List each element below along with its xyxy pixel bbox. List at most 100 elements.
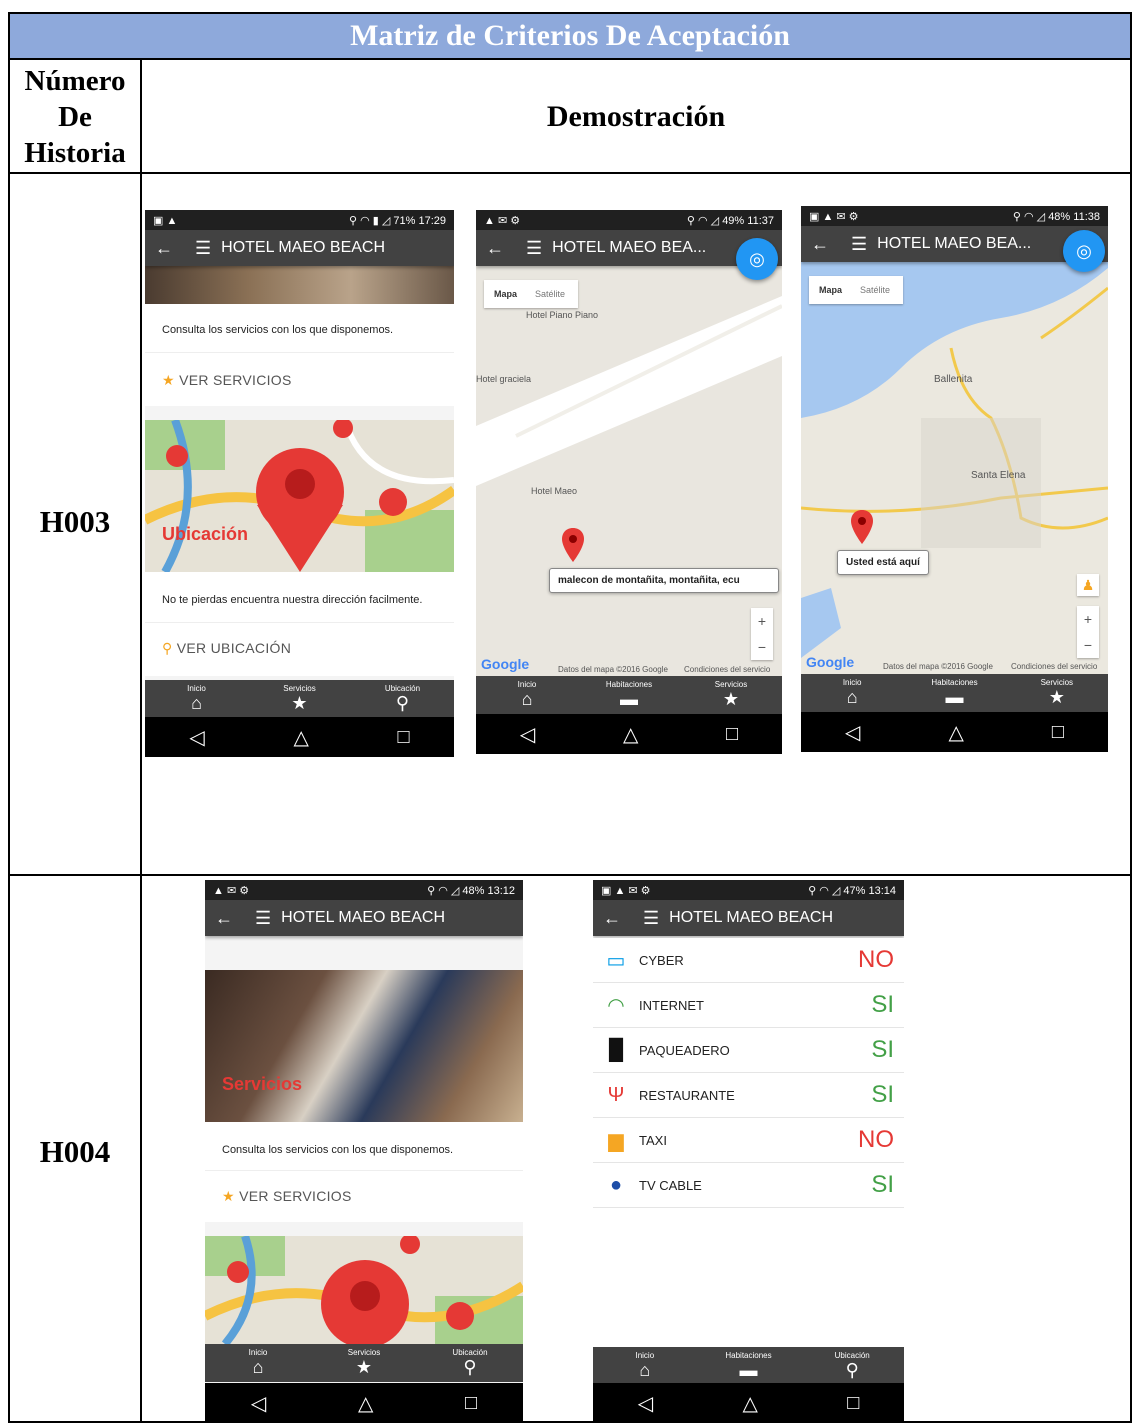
nav-inicio[interactable]: Inicio ⌂: [593, 1347, 697, 1385]
star-icon: ★: [355, 1357, 373, 1377]
compass-fab-icon[interactable]: ◎: [736, 238, 778, 280]
back-icon[interactable]: ◁: [520, 722, 535, 747]
zoom-out-icon[interactable]: −: [751, 634, 773, 660]
recents-icon[interactable]: □: [1052, 721, 1064, 744]
app-title: HOTEL MAEO BEA...: [877, 235, 1032, 252]
you-are-here-tooltip: Usted está aquí: [837, 550, 929, 575]
map-marker-icon[interactable]: [562, 528, 584, 562]
pin-icon: ⚲: [395, 693, 410, 713]
recents-icon[interactable]: □: [726, 723, 738, 746]
back-arrow-icon[interactable]: ←: [603, 908, 621, 929]
nav-habitaciones[interactable]: Habitaciones ▬: [578, 676, 680, 714]
nav-inicio[interactable]: Inicio ⌂: [476, 676, 578, 714]
header-line-1: Número: [24, 65, 126, 97]
status-bar: ▣ ▲ ⚲ ◠ ▮ ◿ 71% 17:29: [145, 210, 454, 230]
map-label-ballenita: Ballenita: [934, 374, 973, 385]
service-value: SI: [871, 991, 894, 1018]
system-navigation: ◁ △ □: [593, 1383, 904, 1423]
app-bar: ← ☰ HOTEL MAEO BEACH: [145, 230, 454, 266]
zoom-in-icon[interactable]: +: [1077, 606, 1099, 632]
service-name: PAQUEADERO: [639, 1042, 730, 1058]
menu-icon[interactable]: ☰: [195, 238, 211, 259]
map-terms-link[interactable]: Condiciones del servicio: [1011, 662, 1097, 671]
back-arrow-icon[interactable]: ←: [486, 238, 504, 259]
nav-servicios[interactable]: Servicios ★: [311, 1344, 417, 1382]
recents-icon[interactable]: □: [398, 726, 410, 749]
map-type-satellite[interactable]: Satélite: [842, 285, 890, 295]
location-card-image: [205, 1236, 523, 1344]
back-icon[interactable]: ◁: [845, 720, 860, 745]
nav-habitaciones[interactable]: Habitaciones ▬: [903, 674, 1005, 712]
battery-level: 49%: [722, 214, 745, 227]
service-value: NO: [858, 946, 894, 973]
home-button-icon[interactable]: △: [742, 1391, 757, 1416]
nav-label: Habitaciones: [725, 1351, 772, 1360]
nav-inicio[interactable]: Inicio ⌂: [145, 680, 248, 718]
service-row-cyber: ▭ CYBER NO: [593, 938, 904, 983]
back-icon[interactable]: ◁: [251, 1391, 266, 1416]
recents-icon[interactable]: □: [465, 1392, 477, 1415]
location-card-image: Ubicación: [145, 420, 454, 572]
map-label-hotel-maeo: Hotel Maeo: [531, 486, 578, 496]
nav-servicios[interactable]: Servicios ★: [680, 676, 782, 714]
home-button-icon[interactable]: △: [293, 725, 308, 750]
menu-icon[interactable]: ☰: [526, 238, 542, 259]
notification-icons: ▣ ▲ ✉ ⚙: [809, 210, 859, 223]
zoom-in-icon[interactable]: +: [751, 608, 773, 634]
nav-servicios[interactable]: Servicios ★: [1006, 674, 1108, 712]
nav-inicio[interactable]: Inicio ⌂: [205, 1344, 311, 1382]
recents-icon[interactable]: □: [847, 1392, 859, 1415]
services-card: Consulta los servicios con los que dispo…: [205, 1122, 523, 1222]
back-icon[interactable]: ◁: [638, 1391, 653, 1416]
restaurant-icon: Ψ: [607, 1083, 625, 1106]
services-overlay-title: Servicios: [222, 1074, 303, 1094]
nav-habitaciones[interactable]: Habitaciones ▬: [697, 1347, 801, 1385]
taxi-icon: ▆: [608, 1129, 624, 1152]
service-value: SI: [871, 1171, 894, 1198]
compass-fab-icon[interactable]: ◎: [1063, 230, 1105, 272]
map-type-satellite[interactable]: Satélite: [517, 289, 565, 299]
back-arrow-icon[interactable]: ←: [215, 908, 233, 929]
notification-icons: ▲ ✉ ⚙: [213, 884, 250, 897]
home-button-icon[interactable]: △: [948, 720, 963, 745]
screenshot-home-location: ▣ ▲ ⚲ ◠ ▮ ◿ 71% 17:29 ← ☰ HOTEL MAEO BEACH …: [145, 210, 454, 757]
nav-ubicacion[interactable]: Ubicación ⚲: [800, 1347, 904, 1385]
menu-icon[interactable]: ☰: [851, 234, 867, 255]
nav-servicios[interactable]: Servicios ★: [248, 680, 351, 718]
street-view-icon[interactable]: ♟: [1077, 574, 1099, 596]
battery-level: 71%: [393, 214, 416, 227]
notification-icons: ▣ ▲: [153, 214, 178, 227]
pin-icon: ⚲: [463, 1357, 477, 1377]
nav-label: Servicios: [347, 1348, 381, 1357]
home-button-icon[interactable]: △: [623, 722, 638, 747]
back-arrow-icon[interactable]: ←: [155, 238, 173, 259]
back-icon[interactable]: ◁: [189, 725, 204, 750]
story-number-header: Número De Historia: [10, 62, 140, 172]
nav-inicio[interactable]: Inicio ⌂: [801, 674, 903, 712]
see-location-link[interactable]: ⚲ VER UBICACIÓN: [162, 640, 291, 657]
map-type-map[interactable]: Mapa: [809, 285, 842, 295]
service-value: SI: [871, 1081, 894, 1108]
demonstration-header: Demostración: [546, 100, 726, 133]
map-marker-icon[interactable]: [851, 510, 873, 544]
app-title: HOTEL MAEO BEACH: [669, 909, 834, 926]
google-logo: Google: [481, 656, 530, 672]
zoom-out-icon[interactable]: −: [1077, 632, 1099, 658]
nav-label: Ubicación: [384, 684, 421, 693]
home-button-icon[interactable]: △: [358, 1391, 373, 1416]
menu-icon[interactable]: ☰: [255, 908, 271, 929]
menu-icon[interactable]: ☰: [643, 908, 659, 929]
nav-ubicacion[interactable]: Ubicación ⚲: [351, 680, 454, 718]
service-name: TV CABLE: [639, 1177, 702, 1193]
nav-ubicacion[interactable]: Ubicación ⚲: [417, 1344, 523, 1382]
map-type-map[interactable]: Mapa: [484, 289, 517, 299]
back-arrow-icon[interactable]: ←: [811, 234, 829, 255]
see-services-link[interactable]: ★ VER SERVICIOS: [162, 372, 292, 389]
map-terms-link[interactable]: Condiciones del servicio: [684, 665, 770, 674]
header-line-3: Historia: [24, 137, 126, 169]
bottom-navigation: Inicio ⌂ Habitaciones ▬ Servicios ★: [801, 674, 1108, 712]
services-description: Consulta los servicios con los que dispo…: [162, 324, 394, 336]
service-row-internet: ◠ INTERNET SI: [593, 983, 904, 1028]
nav-label: Inicio: [842, 678, 862, 687]
see-services-link[interactable]: ★ VER SERVICIOS: [222, 1188, 352, 1205]
